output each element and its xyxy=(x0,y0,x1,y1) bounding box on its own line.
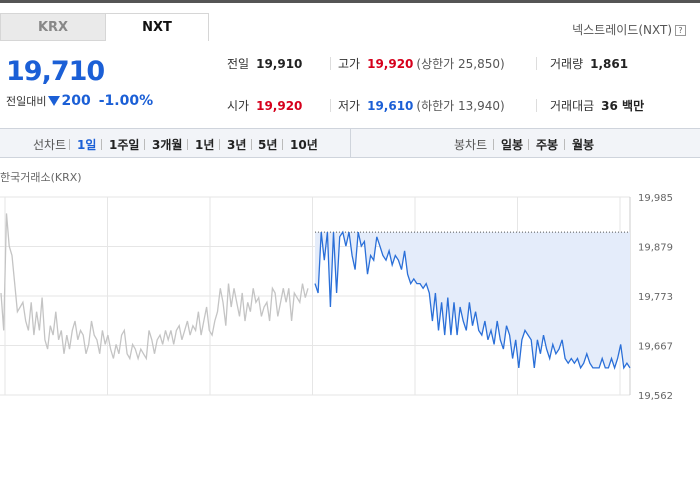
divider xyxy=(69,139,70,150)
tab-krx[interactable]: KRX xyxy=(0,13,105,41)
divider xyxy=(536,57,537,70)
divider xyxy=(493,139,494,150)
candle-chart-label: 봉차트 xyxy=(454,138,488,152)
y-tick-label: 19,562 xyxy=(638,391,673,400)
upper-limit: (상한가 25,850) xyxy=(416,57,505,71)
change-value: 200 xyxy=(61,93,91,109)
candle-monthly[interactable]: 월봉 xyxy=(572,136,594,153)
tab-nxt[interactable]: NXT xyxy=(105,13,209,41)
question-mark-icon[interactable]: ? xyxy=(675,25,686,36)
stats-panel: 전일 19,910 고가 19,920 (상한가 25,850) 거래량 1,861 시… xyxy=(210,48,700,128)
stat-low: 저가 19,610 (하한가 13,940) xyxy=(338,97,505,114)
change-percent: -1.00% xyxy=(98,93,154,109)
stat-label: 전일 xyxy=(227,57,250,71)
divider xyxy=(101,139,102,150)
market-tabs: KRX NXT xyxy=(0,13,210,41)
period-3m[interactable]: 3개월 xyxy=(152,136,182,153)
y-tick-label: 19,773 xyxy=(638,292,673,303)
stat-prev-close: 전일 19,910 xyxy=(227,55,302,72)
change-label: 전일대비 xyxy=(6,95,47,108)
section-divider xyxy=(350,129,351,158)
y-tick-label: 19,879 xyxy=(638,243,673,254)
nextrade-label: 넥스트레이드(NXT) xyxy=(572,23,672,37)
candle-weekly[interactable]: 주봉 xyxy=(536,136,558,153)
stat-value: 36 백만 xyxy=(601,99,645,113)
period-5y[interactable]: 5년 xyxy=(258,136,277,153)
divider xyxy=(330,57,331,70)
divider xyxy=(564,139,565,150)
stat-value: 1,861 xyxy=(590,57,629,71)
candle-daily[interactable]: 일봉 xyxy=(501,136,523,153)
krx-series-line xyxy=(0,213,309,361)
stat-label: 고가 xyxy=(338,57,361,71)
nxt-area-fill xyxy=(315,232,630,368)
y-tick-label: 19,667 xyxy=(638,342,673,353)
nextrade-link[interactable]: 넥스트레이드(NXT)? xyxy=(572,21,686,38)
divider xyxy=(219,139,220,150)
y-tick-label: 19,985 xyxy=(638,193,673,204)
divider xyxy=(187,139,188,150)
period-bar: 선차트 1일 1주일 3개월 1년 3년 5년 10년 봉차트 일봉 주봉 월봉 xyxy=(0,128,700,158)
period-3y[interactable]: 3년 xyxy=(227,136,246,153)
divider xyxy=(144,139,145,150)
stat-volume: 거래량 1,861 xyxy=(550,55,628,72)
stat-label: 거래량 xyxy=(550,57,584,71)
period-1y[interactable]: 1년 xyxy=(195,136,214,153)
divider xyxy=(528,139,529,150)
stat-value: 19,610 xyxy=(367,99,414,113)
lower-limit: (하한가 13,940) xyxy=(416,99,505,113)
stat-amount: 거래대금 36 백만 xyxy=(550,97,644,114)
divider xyxy=(330,99,331,112)
divider xyxy=(251,139,252,150)
stat-label: 거래대금 xyxy=(550,99,595,113)
divider xyxy=(536,99,537,112)
stat-label: 저가 xyxy=(338,99,361,113)
y-axis-labels: 19,985 19,879 19,773 19,667 19,562 xyxy=(638,193,673,400)
period-1d[interactable]: 1일 xyxy=(77,136,96,153)
stat-open: 시가 19,920 xyxy=(227,97,302,114)
top-border xyxy=(0,0,700,3)
down-triangle-icon xyxy=(48,96,61,106)
divider xyxy=(282,139,283,150)
current-price: 19,710 xyxy=(6,56,105,87)
line-chart-label: 선차트 xyxy=(33,138,67,152)
stat-value: 19,910 xyxy=(256,57,303,71)
stat-label: 시가 xyxy=(227,99,250,113)
price-chart[interactable]: 19,985 19,879 19,773 19,667 19,562 xyxy=(0,180,700,400)
price-change: 전일대비 200 -1.00% xyxy=(6,93,153,109)
stat-high: 고가 19,920 (상한가 25,850) xyxy=(338,55,505,72)
period-10y[interactable]: 10년 xyxy=(290,136,318,153)
stat-value: 19,920 xyxy=(367,57,414,71)
period-1w[interactable]: 1주일 xyxy=(109,136,139,153)
stat-value: 19,920 xyxy=(256,99,303,113)
